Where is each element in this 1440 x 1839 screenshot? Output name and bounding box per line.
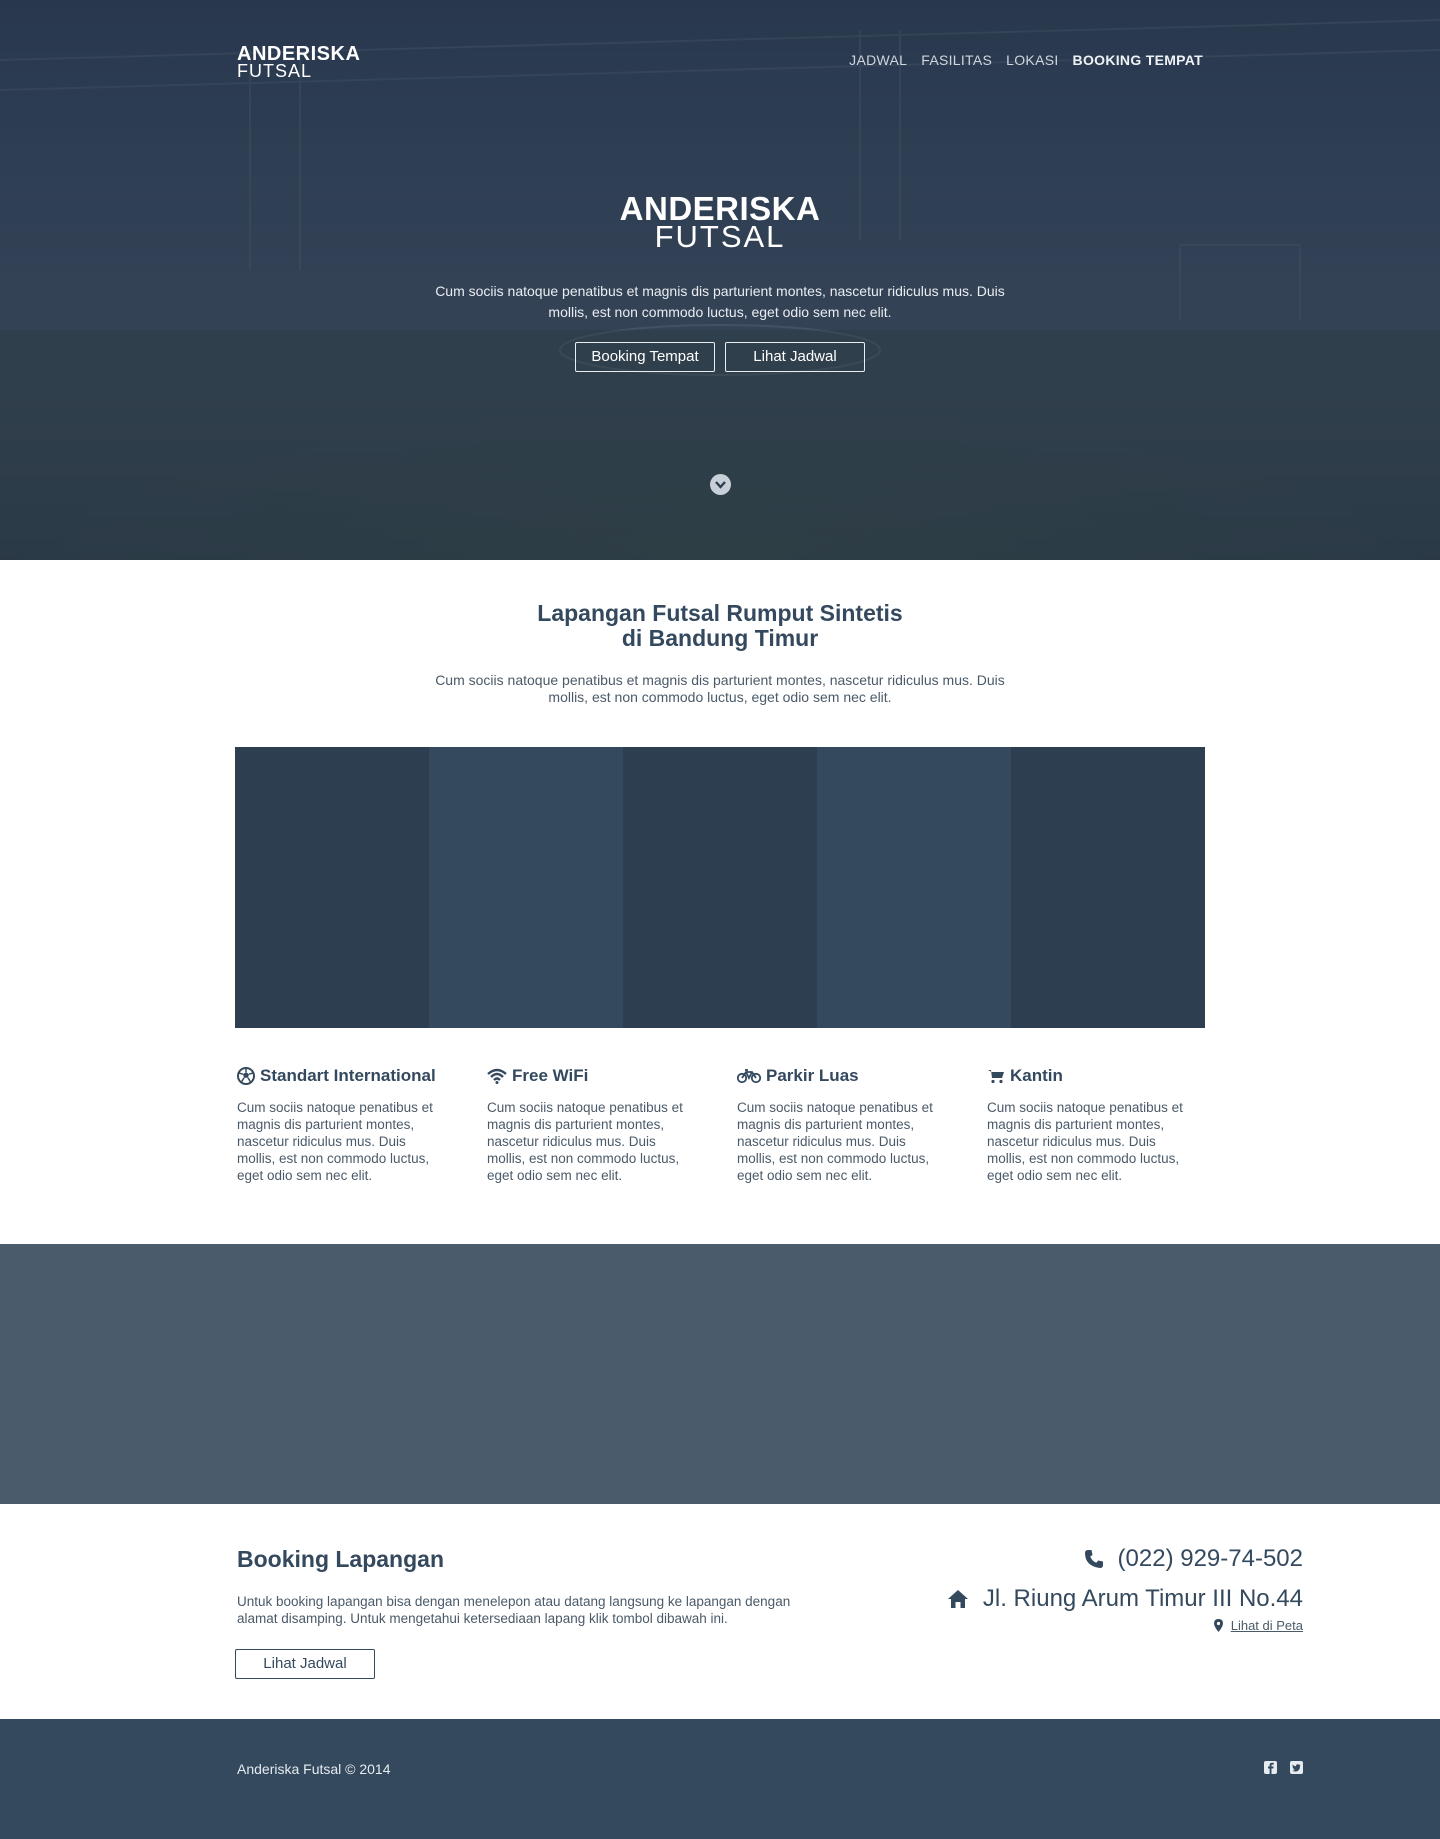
social-links [1264, 1761, 1303, 1774]
hero-title: ANDERISKA FUTSAL [0, 192, 1440, 252]
chevron-down-circle-icon[interactable] [710, 474, 731, 495]
intro-title: Lapangan Futsal Rumput Sintetis di Bandu… [0, 601, 1440, 651]
map-marker-icon [1213, 1619, 1223, 1632]
feature-title: Standart International [237, 1064, 437, 1088]
map-link-text[interactable]: Lihat di Peta [1231, 1618, 1303, 1633]
intro-description: Cum sociis natoque penatibus et magnis d… [435, 672, 1005, 705]
booking-tempat-button[interactable]: Booking Tempat [575, 342, 715, 372]
hero-buttons: Booking Tempat Lihat Jadwal [0, 342, 1440, 372]
feature-title: Parkir Luas [737, 1064, 937, 1088]
feature-text: Cum sociis natoque penatibus et magnis d… [737, 1100, 933, 1183]
features-list: Standart International Cum sociis natoqu… [237, 1064, 1203, 1184]
gallery-tile[interactable] [1011, 747, 1205, 1028]
hero-title-line2: FUTSAL [654, 219, 786, 254]
address-text: Jl. Riung Arum Timur III No.44 [982, 1585, 1303, 1612]
gallery-tile[interactable] [235, 747, 429, 1028]
map-band [0, 1244, 1440, 1504]
site-logo[interactable]: ANDERISKA FUTSAL [237, 44, 360, 80]
hero-section: ANDERISKA FUTSAL JADWAL FASILITAS LOKASI… [0, 0, 1440, 560]
contact-address: Jl. Riung Arum Timur III No.44 [947, 1585, 1303, 1613]
contact-phone: (022) 929-74-502 [1084, 1545, 1303, 1573]
feature-title-text: Standart International [260, 1066, 436, 1085]
intro-title-line1: Lapangan Futsal Rumput Sintetis [537, 600, 903, 626]
footer: Anderiska Futsal © 2014 [0, 1719, 1440, 1839]
feature-title-text: Free WiFi [512, 1066, 589, 1085]
feature-parkir-luas: Parkir Luas Cum sociis natoque penatibus… [737, 1064, 937, 1184]
nav-fasilitas[interactable]: FASILITAS [921, 52, 992, 68]
feature-kantin: Kantin Cum sociis natoque penatibus et m… [987, 1064, 1187, 1184]
phone-number: (022) 929-74-502 [1117, 1545, 1303, 1572]
map-link[interactable]: Lihat di Peta [1213, 1618, 1303, 1633]
twitter-icon[interactable] [1290, 1761, 1303, 1774]
facebook-icon[interactable] [1264, 1761, 1277, 1774]
gallery-tile[interactable] [817, 747, 1011, 1028]
feature-text: Cum sociis natoque penatibus et magnis d… [487, 1100, 683, 1183]
nav-booking-tempat[interactable]: BOOKING TEMPAT [1073, 52, 1203, 68]
gallery-tile[interactable] [429, 747, 623, 1028]
copyright-text: Anderiska Futsal © 2014 [237, 1761, 391, 1777]
cart-icon [988, 1070, 1004, 1084]
booking-title: Booking Lapangan [237, 1546, 444, 1572]
photo-gallery [235, 747, 1205, 1028]
home-icon [947, 1590, 968, 1608]
feature-title: Free WiFi [487, 1064, 687, 1088]
nav-lokasi[interactable]: LOKASI [1006, 52, 1058, 68]
feature-title: Kantin [987, 1064, 1187, 1088]
gallery-tile[interactable] [623, 747, 817, 1028]
nav-jadwal[interactable]: JADWAL [849, 52, 907, 68]
hero-description: Cum sociis natoque penatibus et magnis d… [435, 283, 1005, 320]
feature-text: Cum sociis natoque penatibus et magnis d… [237, 1100, 433, 1183]
feature-standart-international: Standart International Cum sociis natoqu… [237, 1064, 437, 1184]
booking-description: Untuk booking lapangan bisa dengan menel… [237, 1594, 791, 1626]
phone-icon [1084, 1550, 1103, 1568]
soccer-ball-icon [237, 1067, 255, 1085]
main-nav: JADWAL FASILITAS LOKASI BOOKING TEMPAT [849, 52, 1203, 68]
lihat-jadwal-button[interactable]: Lihat Jadwal [725, 342, 865, 372]
intro-title-line2: di Bandung Timur [621, 625, 819, 651]
bicycle-icon [737, 1069, 761, 1084]
feature-text: Cum sociis natoque penatibus et magnis d… [987, 1100, 1183, 1183]
wifi-icon [487, 1068, 507, 1084]
feature-free-wifi: Free WiFi Cum sociis natoque penatibus e… [487, 1064, 687, 1184]
feature-title-text: Kantin [1010, 1066, 1063, 1085]
feature-title-text: Parkir Luas [766, 1066, 859, 1085]
lihat-jadwal-button[interactable]: Lihat Jadwal [235, 1649, 375, 1679]
